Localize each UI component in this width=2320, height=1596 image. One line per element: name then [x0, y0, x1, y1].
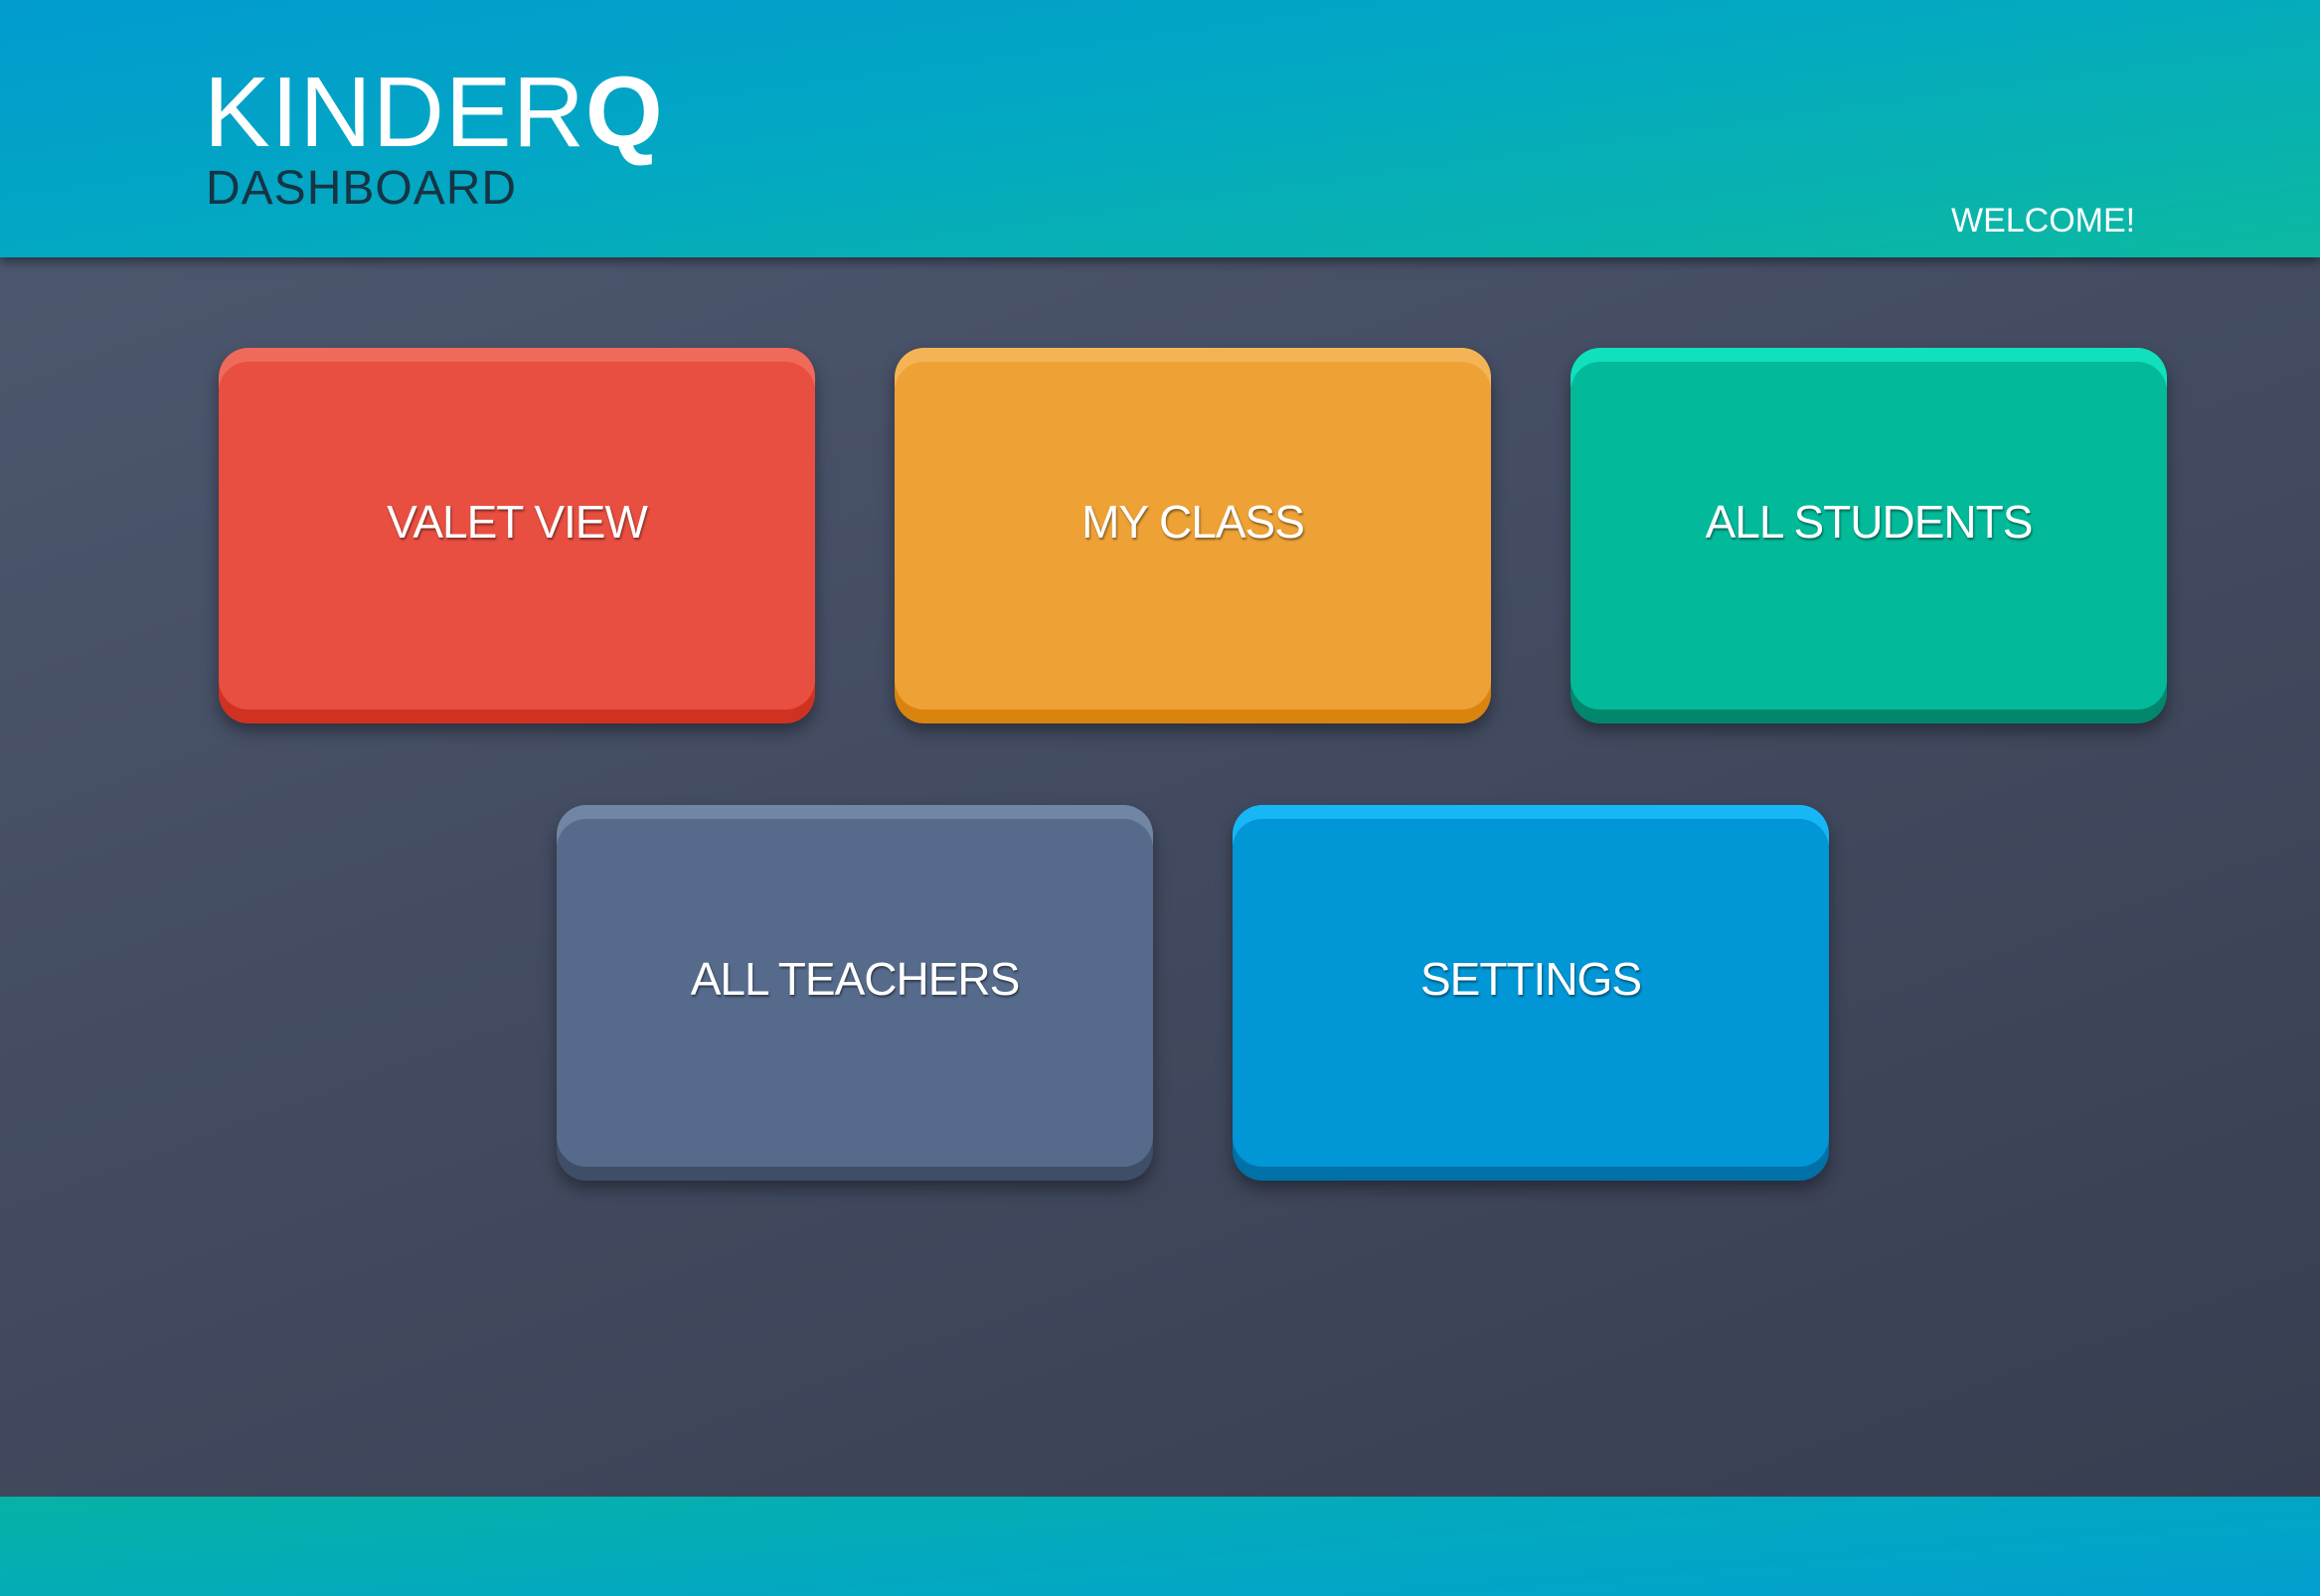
logo-text-bold: Q — [584, 57, 664, 168]
logo-text-light: KINDER — [204, 57, 585, 168]
all-students-tile[interactable]: ALL STUDENTS — [1571, 348, 2167, 723]
app-header: KINDERQ DASHBOARD WELCOME! — [0, 0, 2320, 257]
tile-label: ALL TEACHERS — [690, 953, 1021, 1005]
tile-label: SETTINGS — [1419, 953, 1642, 1005]
tile-label: VALET VIEW — [387, 496, 648, 548]
page-title: DASHBOARD — [206, 162, 518, 215]
app-logo: KINDERQ — [204, 58, 664, 167]
all-teachers-tile[interactable]: ALL TEACHERS — [557, 805, 1153, 1181]
my-class-tile[interactable]: MY CLASS — [895, 348, 1491, 723]
tile-label: ALL STUDENTS — [1705, 496, 2034, 548]
valet-view-tile[interactable]: VALET VIEW — [219, 348, 815, 723]
welcome-message: WELCOME! — [1951, 202, 2136, 239]
tile-label: MY CLASS — [1081, 496, 1305, 548]
settings-tile[interactable]: SETTINGS — [1233, 805, 1829, 1181]
app-footer — [0, 1497, 2320, 1596]
